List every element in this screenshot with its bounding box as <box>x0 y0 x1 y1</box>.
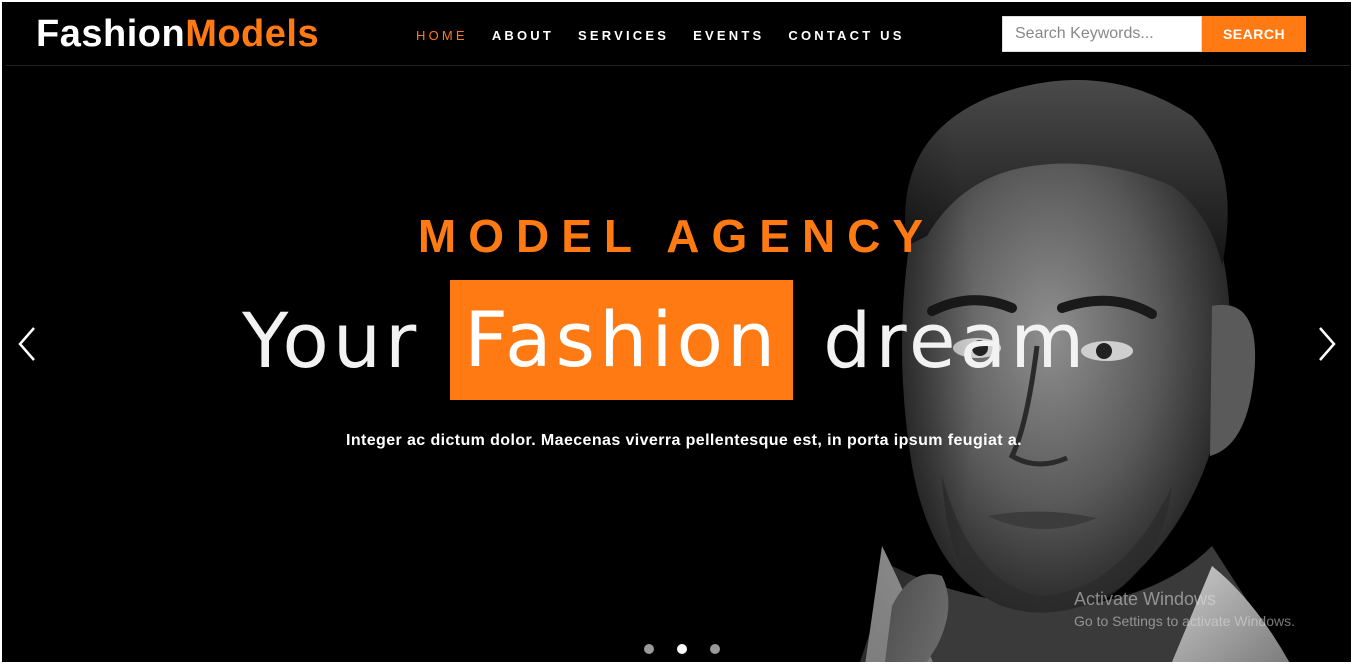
hero-title: Your Fashion dream <box>242 280 1088 400</box>
logo-text-primary: Fashion <box>36 13 186 55</box>
nav-item-home[interactable]: HOME <box>416 28 468 44</box>
site-logo[interactable]: FashionModels <box>36 12 319 56</box>
nav-item-about[interactable]: ABOUT <box>492 28 554 44</box>
carousel-prev-button[interactable] <box>12 322 42 366</box>
hero-title-before: Your <box>242 295 421 385</box>
nav-item-contact[interactable]: CONTACT US <box>788 28 904 44</box>
site-header: FashionModels HOME ABOUT SERVICES EVENTS… <box>6 4 1350 66</box>
hero-description: Integer ac dictum dolor. Maecenas viverr… <box>346 432 1022 449</box>
logo-text-accent: Models <box>185 13 320 55</box>
watermark-line-1: Activate Windows <box>1074 589 1217 609</box>
carousel-next-button[interactable] <box>1312 322 1342 366</box>
carousel-indicators <box>644 644 743 654</box>
hero-subtitle: MODEL AGENCY <box>417 210 936 262</box>
chevron-right-icon <box>1319 327 1336 361</box>
nav-item-services[interactable]: SERVICES <box>578 28 669 44</box>
carousel-dot-1[interactable] <box>644 644 654 654</box>
hero-title-highlight: Fashion <box>450 280 794 400</box>
windows-activation-watermark: Activate Windows Go to Settings to activ… <box>1074 588 1295 632</box>
hero-slider: MODEL AGENCY Your Fashion dream Integer … <box>2 66 1351 662</box>
carousel-dot-3[interactable] <box>710 644 720 654</box>
nav-item-events[interactable]: EVENTS <box>693 28 764 44</box>
carousel-dot-2[interactable] <box>677 644 687 654</box>
search-input[interactable] <box>1002 16 1202 52</box>
page-frame: FashionModels HOME ABOUT SERVICES EVENTS… <box>0 0 1353 664</box>
watermark-line-2: Go to Settings to activate Windows. <box>1074 613 1295 629</box>
chevron-left-icon <box>18 327 35 361</box>
hero-title-after: dream <box>823 295 1089 385</box>
search-form: SEARCH <box>1002 16 1306 52</box>
search-button[interactable]: SEARCH <box>1202 16 1306 52</box>
main-nav: HOME ABOUT SERVICES EVENTS CONTACT US <box>416 28 929 44</box>
